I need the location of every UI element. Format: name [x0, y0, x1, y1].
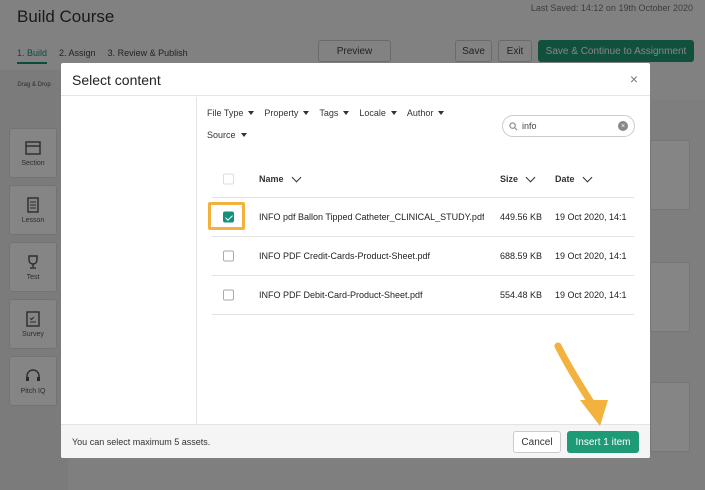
caret-down-icon — [438, 111, 445, 115]
select-all-checkbox — [223, 173, 234, 185]
filter-file-type[interactable]: File Type — [207, 108, 255, 118]
file-size: 554.48 KB — [500, 290, 543, 300]
arrow-annotation-icon — [554, 342, 608, 426]
row-checkbox[interactable] — [223, 289, 234, 301]
column-size[interactable]: Size — [500, 172, 536, 184]
sort-chevron-icon — [291, 174, 301, 182]
caret-down-icon — [248, 111, 255, 115]
filter-locale[interactable]: Locale — [359, 108, 397, 118]
table-row[interactable]: INFO pdf Ballon Tipped Catheter_CLINICAL… — [212, 198, 634, 237]
close-icon[interactable]: × — [630, 72, 638, 86]
file-date: 19 Oct 2020, 14:1 — [555, 290, 627, 300]
table-header: Name Size Date — [212, 161, 634, 198]
folder-panel — [61, 97, 197, 424]
content-table: Name Size Date INFO pdf Ballon Tipped Ca… — [212, 161, 634, 315]
selection-limit-note: You can select maximum 5 assets. — [72, 437, 211, 447]
file-date: 19 Oct 2020, 14:1 — [555, 251, 627, 261]
caret-down-icon — [343, 111, 350, 115]
file-date: 19 Oct 2020, 14:1 — [555, 212, 627, 222]
insert-button[interactable]: Insert 1 item — [567, 431, 639, 453]
row-checkbox[interactable] — [223, 250, 234, 262]
modal-header: Select content × — [61, 63, 650, 96]
clear-search-icon[interactable]: × — [618, 121, 628, 131]
filter-source[interactable]: Source — [207, 130, 247, 140]
sort-chevron-icon — [525, 172, 536, 182]
file-size: 449.56 KB — [500, 212, 543, 222]
caret-down-icon — [240, 133, 247, 137]
search-input[interactable] — [522, 121, 618, 131]
search-box: × — [502, 115, 635, 137]
search-icon — [509, 121, 518, 130]
cancel-button[interactable]: Cancel — [513, 431, 561, 453]
filter-property[interactable]: Property — [264, 108, 310, 118]
file-size: 688.59 KB — [500, 251, 543, 261]
sort-chevron-icon — [582, 174, 592, 182]
table-row[interactable]: INFO PDF Credit-Cards-Product-Sheet.pdf … — [212, 237, 634, 276]
column-date[interactable]: Date — [555, 174, 634, 184]
filter-tags[interactable]: Tags — [319, 108, 350, 118]
filter-bar: File Type Property Tags Locale Author So… — [207, 108, 477, 140]
filter-author[interactable]: Author — [407, 108, 445, 118]
checkbox-highlight-annotation — [208, 202, 245, 230]
file-name: INFO PDF Debit-Card-Product-Sheet.pdf — [259, 290, 423, 300]
table-row[interactable]: INFO PDF Debit-Card-Product-Sheet.pdf 55… — [212, 276, 634, 315]
caret-down-icon — [390, 111, 397, 115]
modal-title: Select content — [72, 72, 161, 88]
file-name: INFO PDF Credit-Cards-Product-Sheet.pdf — [259, 251, 431, 261]
file-name: INFO pdf Ballon Tipped Catheter_CLINICAL… — [259, 212, 485, 222]
caret-down-icon — [303, 111, 310, 115]
column-name[interactable]: Name — [259, 174, 487, 184]
